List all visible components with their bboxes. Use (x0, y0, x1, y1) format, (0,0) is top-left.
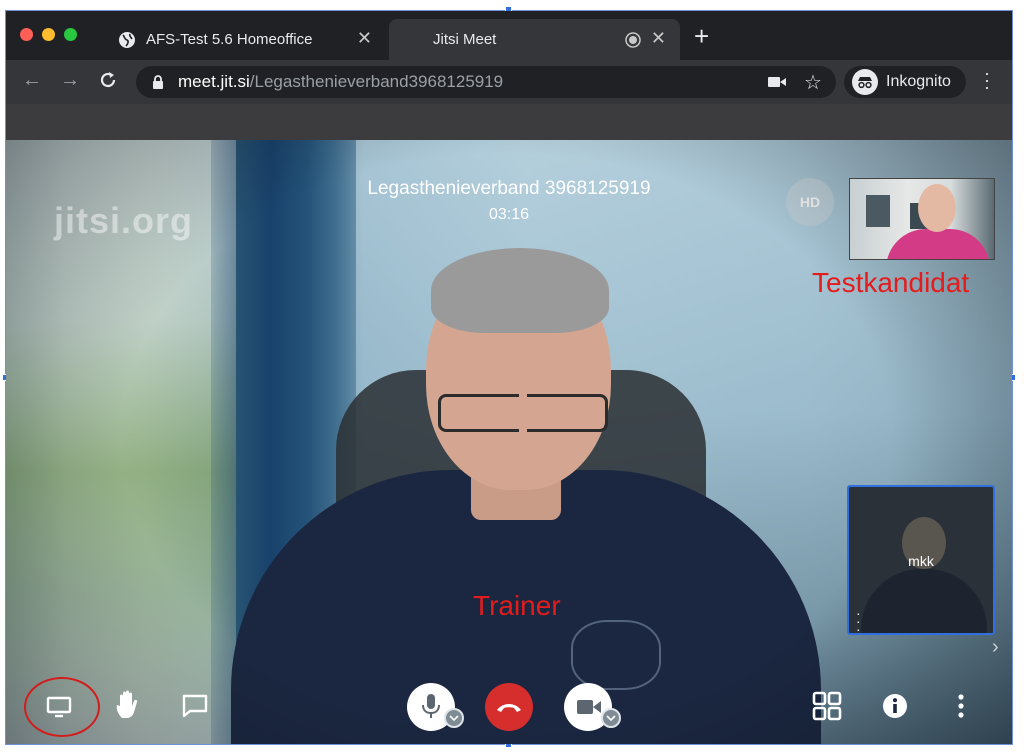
tab-label: Jitsi Meet (433, 31, 497, 48)
video-quality-badge[interactable]: HD (786, 178, 834, 226)
participant-body (861, 569, 987, 633)
bookmarks-area (6, 104, 1012, 140)
camera-options-button[interactable] (601, 708, 621, 728)
window-zoom-button[interactable] (64, 28, 77, 41)
tab-label: AFS-Test 5.6 Homeoffice (146, 31, 313, 48)
info-icon[interactable] (882, 693, 908, 719)
local-participant-name: mkk (908, 553, 934, 569)
chevron-down-icon (449, 715, 459, 722)
wall-picture (866, 195, 890, 227)
new-tab-button[interactable]: + (694, 23, 709, 49)
thumbnail-menu-icon[interactable]: · · · (856, 606, 861, 633)
reload-icon[interactable] (98, 70, 118, 90)
chevron-right-icon[interactable]: › (992, 636, 999, 659)
hangup-button[interactable] (485, 683, 533, 731)
close-icon[interactable]: ✕ (357, 28, 372, 49)
back-arrow-icon[interactable]: ← (22, 68, 42, 92)
tab-jitsi-meet[interactable]: Jitsi Meet ✕ (389, 19, 680, 60)
tab-bar: AFS-Test 5.6 Homeoffice ✕ Jitsi Meet ✕ + (6, 11, 1012, 60)
hand-icon[interactable] (114, 690, 142, 720)
globe-icon (119, 32, 135, 48)
local-participant-thumbnail[interactable]: mkk · · · (847, 485, 995, 635)
camera-permission-icon[interactable] (768, 76, 786, 88)
chevron-down-icon (606, 715, 616, 722)
tab-afs-test[interactable]: AFS-Test 5.6 Homeoffice ✕ (102, 19, 386, 60)
profile-button[interactable]: Inkognito (844, 66, 966, 98)
profile-label: Inkognito (886, 73, 951, 90)
speaker-annotation: Trainer (473, 590, 561, 621)
window-close-button[interactable] (20, 28, 33, 41)
window-minimize-button[interactable] (42, 28, 55, 41)
url-domain: meet.jit.si (178, 72, 250, 91)
close-icon[interactable]: ✕ (651, 28, 666, 49)
camera-icon (577, 700, 601, 714)
lock-icon (153, 75, 163, 89)
remote-participant-thumbnail[interactable] (849, 178, 995, 260)
browser-window: AFS-Test 5.6 Homeoffice ✕ Jitsi Meet ✕ +… (6, 11, 1012, 744)
meeting-stage[interactable]: jitsi.org Legasthenieverband 3968125919 … (6, 140, 1012, 744)
recording-dot-icon (625, 32, 641, 48)
url-path: /Legasthenieverband3968125919 (249, 72, 504, 91)
tile-grid-icon[interactable] (812, 691, 842, 721)
chat-icon[interactable] (182, 694, 208, 718)
microphone-icon (422, 694, 440, 718)
url-text: meet.jit.si/Legasthenieverband3968125919 (178, 72, 503, 92)
browser-menu-icon[interactable]: · · · (984, 64, 990, 96)
browser-toolbar: ← → meet.jit.si/Legasthenieverband396812… (6, 60, 1012, 104)
desktop-icon[interactable] (46, 696, 72, 718)
star-icon[interactable]: ☆ (804, 70, 822, 95)
participant-body (886, 229, 990, 259)
more-vertical-icon[interactable] (956, 694, 966, 718)
address-bar[interactable]: meet.jit.si/Legasthenieverband3968125919… (136, 66, 836, 98)
participant-head (918, 184, 956, 232)
microphone-options-button[interactable] (444, 708, 464, 728)
phone-hangup-icon (497, 704, 521, 712)
forward-arrow-icon[interactable]: → (60, 68, 80, 92)
remote-participant-annotation: Testkandidat (812, 267, 970, 298)
incognito-icon (852, 69, 878, 95)
